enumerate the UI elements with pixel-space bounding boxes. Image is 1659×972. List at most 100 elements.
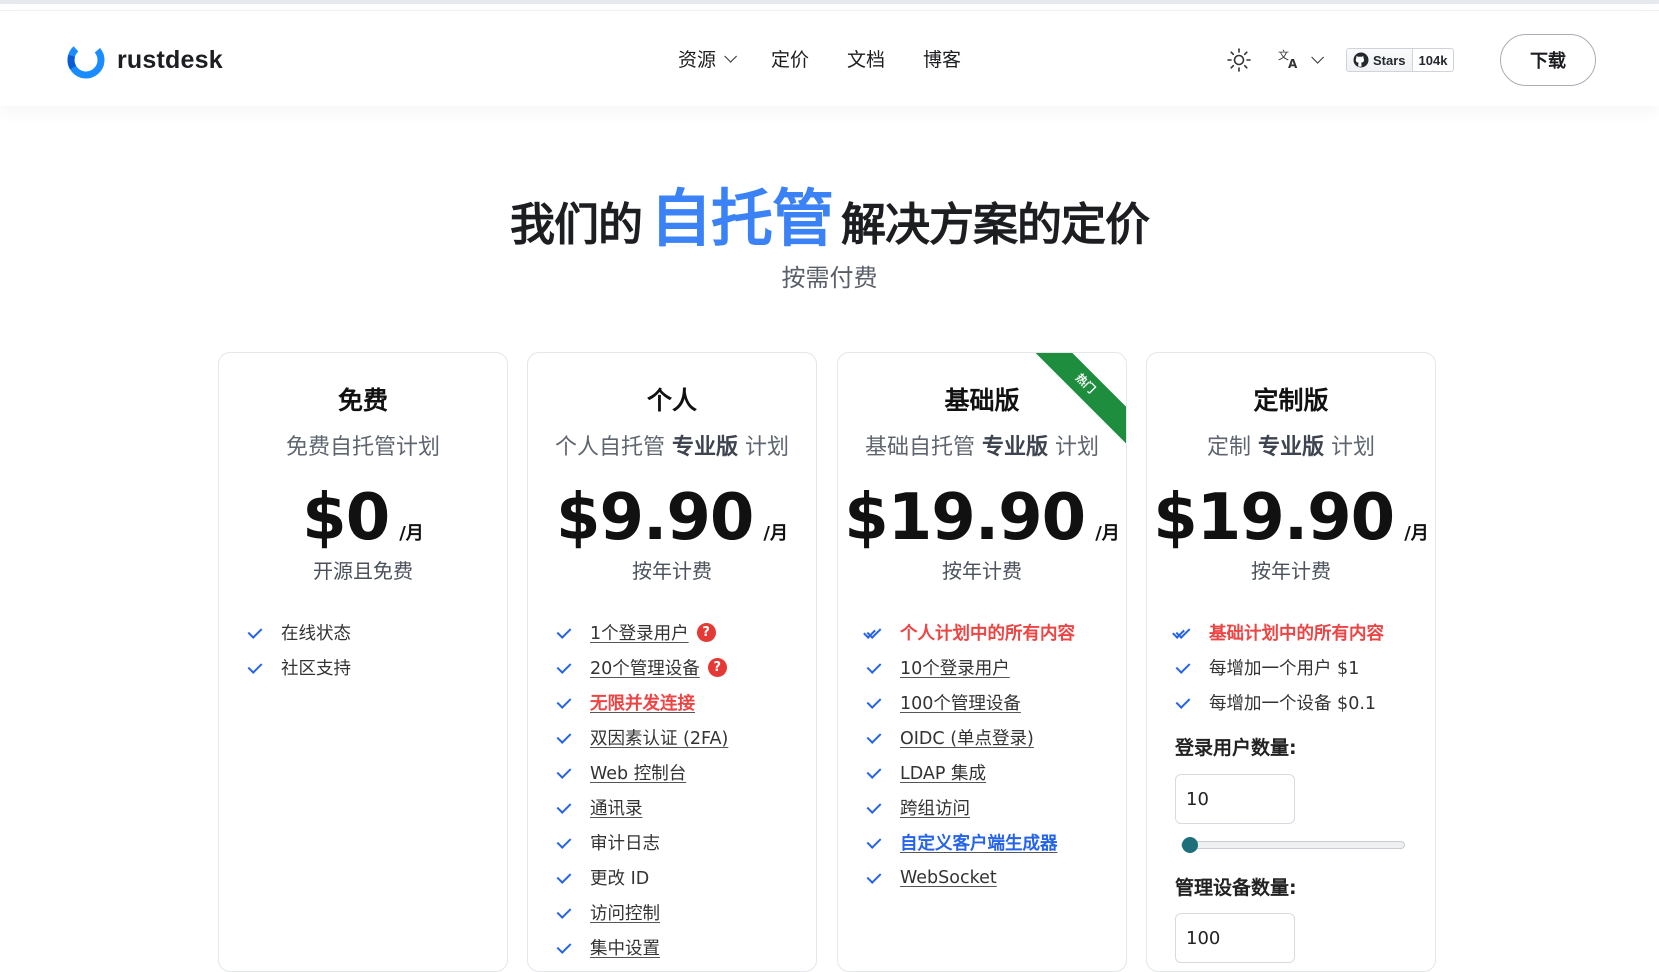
plan-subtitle: 基础自托管 专业版 计划 (838, 429, 1126, 461)
feature-link[interactable]: OIDC (单点登录) (900, 725, 1034, 750)
price-amount: $0 (302, 481, 390, 555)
feature-item: 更改 ID (556, 860, 804, 895)
price-amount: $9.90 (555, 481, 754, 555)
page-subtitle: 按需付费 (781, 264, 878, 292)
nav-pricing-label: 定价 (771, 49, 810, 71)
feature-link[interactable]: 20个管理设备 (590, 655, 700, 680)
price-amount: $19.90 (844, 481, 1086, 555)
github-icon (1353, 52, 1369, 68)
feature-link[interactable]: 跨组访问 (900, 795, 970, 820)
top-progress-line (0, 0, 1659, 4)
language-selector[interactable]: 文 A (1277, 47, 1324, 71)
plan-subtitle-pre: 个人自托管 (554, 435, 672, 460)
download-button[interactable]: 下载 (1500, 34, 1596, 86)
feature-link[interactable]: 10个登录用户 (900, 655, 1010, 680)
help-icon[interactable]: ? (707, 658, 727, 677)
feature-link[interactable]: WebSocket (900, 868, 997, 888)
plan-subtitle-pre: 基础自托管 (864, 435, 982, 460)
billing-note: 按年计费 (1251, 559, 1331, 583)
help-icon[interactable]: ? (696, 623, 716, 642)
title-suffix: 解决方案的定价 (841, 198, 1150, 251)
feature-item: 个人计划中的所有内容 (866, 615, 1114, 650)
theme-toggle-button[interactable] (1226, 47, 1252, 73)
check-icon (866, 798, 894, 818)
chevron-down-icon (724, 50, 738, 63)
feature-link[interactable]: 自定义客户端生成器 (900, 830, 1058, 855)
plan-subtitle-text: 免费自托管计划 (285, 435, 440, 460)
page-title: 我们的 自托管 解决方案的定价 (0, 168, 1659, 258)
plan-subtitle: 免费自托管计划 (219, 429, 507, 461)
plan-subtitle-post: 计划 (1048, 435, 1099, 460)
plan-card-custom: 定制版 定制 专业版 计划 $19.90/月 按年计费 基础计划中的所有内容 每… (1146, 352, 1436, 972)
feature-item: LDAP 集成 (866, 755, 1114, 790)
feature-item: 20个管理设备? (556, 650, 804, 685)
devices-count-input[interactable] (1175, 913, 1295, 963)
users-count-slider[interactable] (1181, 837, 1405, 853)
feature-item: OIDC (单点登录) (866, 720, 1114, 755)
feature-link[interactable]: 1个登录用户 (590, 620, 689, 645)
feature-link[interactable]: 100个管理设备 (900, 690, 1021, 715)
plan-subtitle-bold: 专业版 (1257, 435, 1324, 460)
slider-thumb[interactable] (1182, 837, 1198, 853)
feature-list: 1个登录用户? 20个管理设备? 无限并发连接 双因素认证 (2FA) Web … (556, 615, 804, 965)
nav-resources[interactable]: 资源 (678, 45, 738, 72)
feature-item: 10个登录用户 (866, 650, 1114, 685)
feature-link[interactable]: LDAP 集成 (900, 760, 986, 785)
feature-item: 在线状态 (247, 615, 495, 650)
users-count-input[interactable] (1175, 774, 1295, 824)
github-stars-label: Stars (1346, 48, 1413, 72)
nav-docs[interactable]: 文档 (847, 45, 885, 72)
feature-list: 基础计划中的所有内容 每增加一个用户 $1 每增加一个设备 $0.1 (1175, 615, 1423, 720)
nav-docs-label: 文档 (847, 49, 886, 71)
check-icon (556, 938, 584, 958)
feature-link[interactable]: 无限并发连接 (590, 690, 695, 715)
check-icon (1175, 693, 1203, 713)
billing-note: 开源且免费 (313, 559, 413, 583)
plan-subtitle: 定制 专业版 计划 (1147, 429, 1435, 461)
main-nav: 资源 定价 文档 博客 (678, 45, 961, 72)
feature-item: 双因素认证 (2FA) (556, 720, 804, 755)
price-period: /月 (1404, 523, 1429, 544)
github-stars-text: Stars (1373, 52, 1406, 68)
check-icon (556, 903, 584, 923)
github-stars-count: 104k (1412, 48, 1455, 72)
check-icon (866, 693, 894, 713)
chevron-down-icon (1311, 50, 1324, 64)
feature-text: 更改 ID (590, 869, 650, 889)
nav-pricing[interactable]: 定价 (771, 45, 809, 72)
feature-item: 通讯录 (556, 790, 804, 825)
plan-card-basic: 热门 基础版 基础自托管 专业版 计划 $19.90/月 按年计费 个人计划中的… (837, 352, 1127, 972)
nav-resources-label: 资源 (678, 49, 717, 71)
feature-item: 自定义客户端生成器 (866, 825, 1114, 860)
feature-link[interactable]: 集中设置 (590, 935, 660, 960)
check-icon (556, 693, 584, 713)
feature-item: 基础计划中的所有内容 (1175, 615, 1423, 650)
check-icon (1175, 658, 1203, 678)
feature-item: Web 控制台 (556, 755, 804, 790)
rustdesk-logo-icon (65, 39, 107, 81)
nav-blog-label: 博客 (923, 49, 962, 71)
check-icon (556, 728, 584, 748)
feature-link[interactable]: 通讯录 (590, 795, 643, 820)
feature-item: 访问控制 (556, 895, 804, 930)
devices-count-label: 管理设备数量: (1175, 877, 1297, 899)
check-icon (866, 868, 894, 888)
feature-link[interactable]: 双因素认证 (2FA) (590, 725, 728, 750)
billing-note: 按年计费 (942, 559, 1022, 583)
double-check-icon (866, 623, 894, 643)
plan-subtitle-post: 计划 (738, 435, 789, 460)
nav-blog[interactable]: 博客 (923, 45, 961, 72)
github-stars-button[interactable]: Stars 104k (1346, 48, 1455, 72)
feature-link[interactable]: Web 控制台 (590, 760, 686, 785)
check-icon (556, 658, 584, 678)
plan-price: $19.90/月 (838, 481, 1126, 555)
plan-subtitle-post: 计划 (1324, 435, 1375, 460)
brand-logo[interactable]: rustdesk (65, 39, 223, 81)
check-icon (556, 763, 584, 783)
brand-name: rustdesk (117, 45, 223, 74)
feature-list: 在线状态 社区支持 (247, 615, 495, 685)
feature-link[interactable]: 访问控制 (590, 900, 660, 925)
plan-title: 个人 (646, 386, 697, 415)
users-count-label: 登录用户数量: (1175, 737, 1297, 759)
price-amount: $19.90 (1153, 481, 1395, 555)
